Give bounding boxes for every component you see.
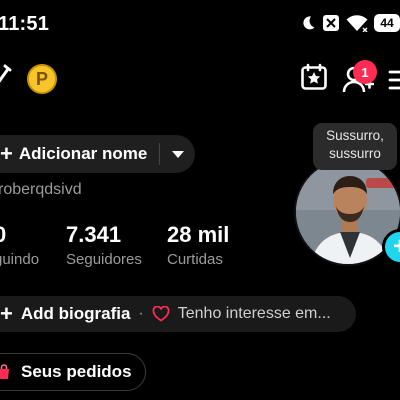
stat-likes[interactable]: 28 mil Curtidas: [167, 222, 229, 268]
wifi-icon: [346, 14, 368, 32]
username: roberqdsivd: [0, 181, 82, 198]
add-name-label: Adicionar nome: [18, 144, 148, 163]
stat-label: Seguidores: [66, 251, 142, 268]
calendar-star-icon[interactable]: [300, 63, 328, 96]
pencil-icon[interactable]: [0, 63, 12, 92]
notification-off-icon: [322, 14, 340, 32]
orders-button[interactable]: Seus pedidos: [0, 353, 146, 391]
orders-icon: [0, 363, 13, 381]
stat-label: guindo: [0, 251, 40, 268]
stat-following[interactable]: 0 guindo: [0, 222, 39, 268]
add-bio-button[interactable]: Add biografia: [21, 304, 131, 324]
notification-badge: 1: [353, 60, 377, 84]
divider: [159, 143, 161, 165]
orders-label: Seus pedidos: [21, 362, 132, 381]
stat-followers[interactable]: 7.341 Seguidores: [66, 222, 142, 268]
stat-value: 7.341: [66, 222, 122, 247]
separator-dot: ·: [138, 305, 144, 322]
menu-icon[interactable]: [388, 69, 400, 96]
stat-value: 28 mil: [167, 222, 230, 247]
coin-icon[interactable]: P: [27, 64, 57, 94]
status-icons: 44: [300, 14, 400, 32]
plus-icon: +: [0, 141, 13, 166]
stat-label: Curtidas: [167, 251, 223, 268]
tooltip-bubble: Sussurro, sussurro: [313, 123, 397, 170]
battery-icon: 44: [374, 14, 400, 32]
add-bio-bar[interactable]: + Add biografia · Tenho interesse em...: [0, 296, 356, 332]
heart-icon: [152, 306, 170, 322]
status-time: 11:51: [0, 13, 50, 35]
stat-value: 0: [0, 222, 7, 247]
interests-button[interactable]: Tenho interesse em...: [178, 305, 331, 323]
moon-icon: [300, 15, 316, 31]
caret-down-icon[interactable]: [172, 150, 185, 158]
add-name-button[interactable]: + Adicionar nome: [0, 135, 195, 173]
plus-icon: +: [0, 301, 13, 326]
